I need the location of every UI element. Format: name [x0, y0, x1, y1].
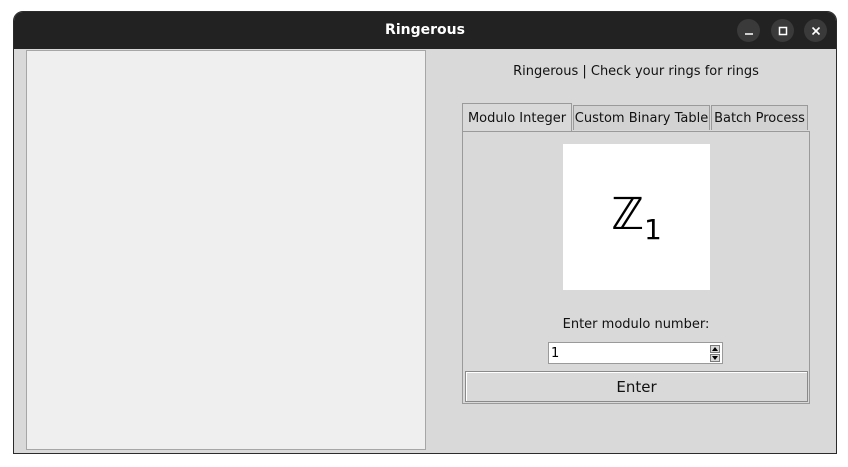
app-window: Ringerous Ringerous | Check your rings f…	[13, 11, 837, 454]
ring-symbol: ℤ1	[611, 189, 662, 246]
maximize-button[interactable]	[771, 19, 794, 42]
tab-batch-process[interactable]: Batch Process	[711, 105, 808, 130]
modulo-input[interactable]	[551, 345, 706, 361]
modulo-prompt: Enter modulo number:	[562, 317, 710, 332]
arrow-up-icon	[712, 347, 718, 351]
arrow-down-icon	[712, 356, 718, 360]
close-icon	[811, 26, 820, 35]
ring-symbol-letter: ℤ	[611, 188, 644, 240]
maximize-icon	[778, 26, 787, 35]
output-panel	[26, 50, 426, 450]
minimize-button[interactable]	[737, 19, 760, 42]
modulo-spinbox[interactable]	[548, 342, 723, 364]
title-bar[interactable]: Ringerous	[14, 12, 836, 49]
app-heading: Ringerous | Check your rings for rings	[513, 64, 759, 79]
ring-symbol-subscript: 1	[643, 212, 662, 246]
minimize-icon	[744, 32, 753, 35]
enter-button[interactable]: Enter	[465, 371, 808, 402]
window-title: Ringerous	[385, 22, 465, 38]
close-button[interactable]	[804, 19, 827, 42]
tab-custom-binary-table[interactable]: Custom Binary Table	[573, 105, 710, 130]
spin-down-button[interactable]	[710, 354, 720, 362]
ring-preview: ℤ1	[563, 144, 710, 290]
tab-modulo-integer[interactable]: Modulo Integer	[462, 103, 572, 132]
spin-up-button[interactable]	[710, 345, 720, 353]
